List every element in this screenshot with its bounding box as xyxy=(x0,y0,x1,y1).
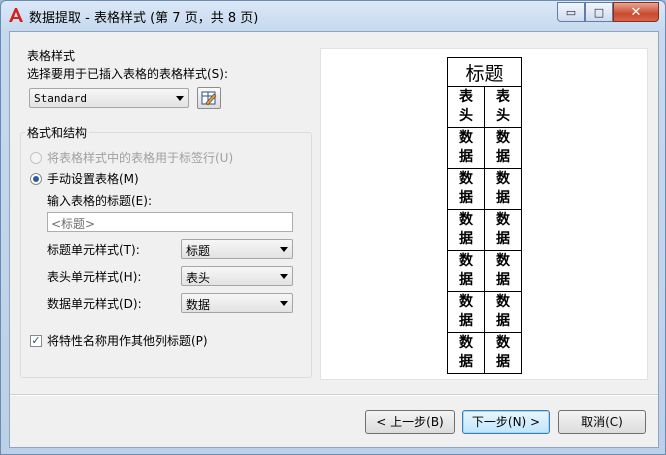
next-button-label: 下一步(N) > xyxy=(471,415,541,429)
preview-data-cell: 数 据 xyxy=(484,127,522,169)
dialog-window: 数据提取 - 表格样式 (第 7 页，共 8 页) ▭ □ ✕ 表格样式 选择要… xyxy=(0,0,666,455)
preview-data-cell: 数 据 xyxy=(484,250,522,292)
preview-data-cell: 数 据 xyxy=(447,209,485,251)
cancel-button-label: 取消(C) xyxy=(581,415,623,429)
manual-label: 手动设置表格(M) xyxy=(47,172,139,186)
preview-header-cell: 表 头 xyxy=(447,86,485,128)
title-cell-style-select[interactable]: 标题 xyxy=(181,239,293,259)
header-cell-style-select[interactable]: 表头 xyxy=(181,266,293,286)
autocad-logo-icon xyxy=(9,8,23,22)
close-icon: ✕ xyxy=(630,4,642,20)
minimize-button[interactable]: ▭ xyxy=(557,2,585,22)
table-style-select-value: Standard xyxy=(34,92,87,105)
preview-title-cell: 标题 xyxy=(447,57,522,87)
button-separator xyxy=(10,394,658,396)
use-property-names-checkbox[interactable]: ✓ xyxy=(30,335,42,347)
preview-data-cell: 数 据 xyxy=(447,168,485,210)
data-cell-style-label: 数据单元样式(D): xyxy=(47,297,142,311)
chevron-down-icon xyxy=(280,301,288,306)
use-style-label: 将表格样式中的表格用于标签行(U) xyxy=(47,151,234,165)
preview-data-cell: 数 据 xyxy=(447,250,485,292)
preview-data-cell: 数 据 xyxy=(484,332,522,374)
window-controls: ▭ □ ✕ xyxy=(557,2,659,22)
format-structure-group: 格式和结构 将表格样式中的表格用于标签行(U) 手动设置表格(M) 输入表格的标… xyxy=(20,124,312,378)
preview-data-cell: 数 据 xyxy=(447,127,485,169)
window-title: 数据提取 - 表格样式 (第 7 页，共 8 页) xyxy=(29,11,259,26)
title-prompt: 输入表格的标题(E): xyxy=(47,194,152,208)
table-style-prompt: 选择要用于已插入表格的表格样式(S): xyxy=(27,67,229,81)
use-style-radio[interactable] xyxy=(30,152,42,164)
preview-header-cell: 表 头 xyxy=(484,86,522,128)
close-button[interactable]: ✕ xyxy=(613,2,659,22)
title-bar[interactable]: 数据提取 - 表格样式 (第 7 页，共 8 页) ▭ □ ✕ xyxy=(1,1,665,29)
title-cell-style-value: 标题 xyxy=(186,244,211,258)
manual-radio[interactable] xyxy=(30,173,42,185)
cancel-button[interactable]: 取消(C) xyxy=(558,410,646,434)
preview-data-cell: 数 据 xyxy=(484,291,522,333)
preview-data-cell: 数 据 xyxy=(447,291,485,333)
format-structure-group-title: 格式和结构 xyxy=(25,124,90,141)
table-style-group: 表格样式 选择要用于已插入表格的表格样式(S): Standard xyxy=(20,40,312,120)
chevron-down-icon xyxy=(280,247,288,252)
preview-data-cell: 数 据 xyxy=(447,332,485,374)
title-cell-style-label: 标题单元样式(T): xyxy=(47,243,140,257)
header-cell-style-value: 表头 xyxy=(186,271,211,285)
preview-data-cell: 数 据 xyxy=(484,209,522,251)
back-button[interactable]: < 上一步(B) xyxy=(365,410,455,434)
table-edit-icon xyxy=(201,91,217,106)
data-cell-style-value: 数据 xyxy=(186,298,211,312)
chevron-down-icon xyxy=(280,274,288,279)
header-cell-style-label: 表头单元样式(H): xyxy=(47,270,142,284)
next-button[interactable]: 下一步(N) > xyxy=(462,410,550,434)
table-style-group-title: 表格样式 xyxy=(25,47,78,64)
table-title-placeholder: <标题> xyxy=(51,217,96,231)
minimize-icon: ▭ xyxy=(565,5,577,19)
table-style-select[interactable]: Standard xyxy=(29,88,189,108)
data-cell-style-select[interactable]: 数据 xyxy=(181,293,293,313)
maximize-button[interactable]: □ xyxy=(585,2,613,22)
back-button-label: < 上一步(B) xyxy=(376,415,444,429)
preview-table: 标题 表 头 表 头 数 据数 据 数 据数 据 数 据数 据 数 据数 据 数… xyxy=(447,57,522,374)
chevron-down-icon xyxy=(176,96,184,101)
dialog-body: 表格样式 选择要用于已插入表格的表格样式(S): Standard 格式和结构 … xyxy=(9,31,659,448)
preview-data-cell: 数 据 xyxy=(484,168,522,210)
table-title-input[interactable]: <标题> xyxy=(47,212,293,232)
table-style-edit-button[interactable] xyxy=(197,87,221,109)
maximize-icon: □ xyxy=(593,5,605,19)
table-preview: 标题 表 头 表 头 数 据数 据 数 据数 据 数 据数 据 数 据数 据 数… xyxy=(320,48,648,380)
use-property-names-label: 将特性名称用作其他列标题(P) xyxy=(47,334,208,348)
